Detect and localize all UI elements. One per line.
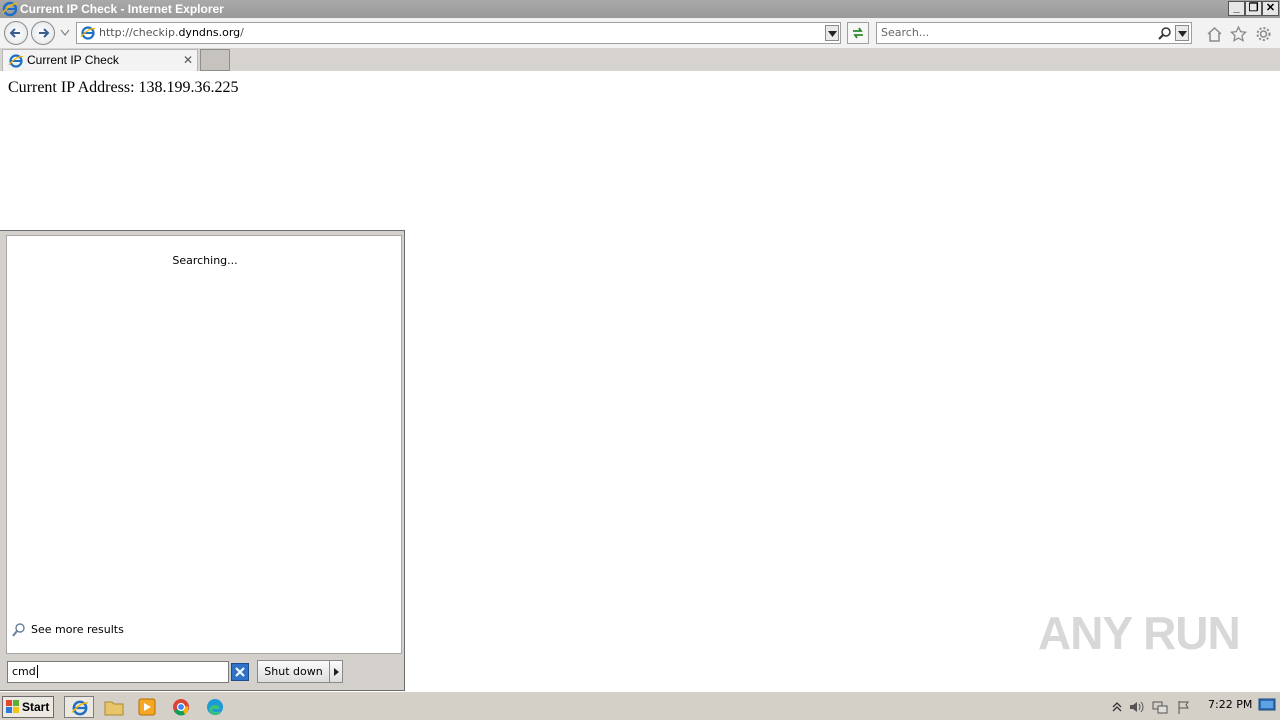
back-button[interactable] [4, 21, 28, 45]
new-tab-button[interactable] [200, 49, 230, 71]
see-more-label: See more results [31, 623, 124, 636]
show-desktop-icon[interactable] [1258, 697, 1276, 713]
title-bar: Current IP Check - Internet Explorer _ ❐… [0, 0, 1280, 18]
tab-strip: Current IP Check ✕ [0, 48, 1280, 71]
tab-close-icon[interactable]: ✕ [183, 50, 193, 70]
shut-down-button[interactable]: Shut down [257, 660, 330, 683]
clock[interactable]: 7:22 PM [1208, 698, 1252, 711]
action-center-flag-icon[interactable] [1176, 699, 1192, 715]
search-placeholder: Search... [881, 26, 930, 39]
start-menu: Searching... See more results cmd Shut d… [0, 230, 405, 691]
system-tray [1106, 694, 1280, 719]
restore-button[interactable]: ❐ [1245, 1, 1262, 16]
taskbar: Start 7:22 PM [0, 691, 1280, 720]
chrome-icon[interactable] [170, 697, 192, 717]
close-icon [235, 667, 245, 677]
url-prefix: http://checkip. [99, 26, 179, 39]
taskbar-ie-button[interactable] [64, 696, 94, 718]
url-domain: dyndns.org [178, 26, 241, 39]
watermark-text: ANY RUN [1038, 607, 1241, 659]
text-cursor [36, 665, 38, 678]
forward-arrow-icon [39, 28, 50, 38]
ie-icon [71, 700, 88, 716]
start-button[interactable]: Start [2, 696, 54, 718]
refresh-icon [853, 27, 863, 39]
navigation-bar: http://checkip.dyndns.org/ Search... [0, 18, 1280, 48]
ie-icon [2, 1, 18, 17]
refresh-button[interactable] [847, 22, 869, 44]
star-icon[interactable] [1230, 26, 1247, 42]
watermark-logo: ANY RUN [1038, 606, 1241, 660]
gear-icon[interactable] [1255, 26, 1272, 42]
url-suffix: / [240, 26, 244, 39]
address-dropdown-button[interactable] [825, 25, 839, 41]
ip-address-text: Current IP Address: 138.199.36.225 [8, 79, 239, 96]
tab-label: Current IP Check [27, 53, 119, 67]
chevron-down-icon [828, 31, 837, 37]
search-dropdown-button[interactable] [1175, 25, 1189, 41]
start-search-value: cmd [12, 665, 36, 678]
close-button[interactable]: ✕ [1262, 1, 1279, 16]
start-search-input[interactable]: cmd [7, 661, 229, 683]
chevron-down-icon [1178, 31, 1187, 37]
tab-current-ip-check[interactable]: Current IP Check ✕ [2, 49, 198, 71]
clear-search-button[interactable] [231, 663, 249, 681]
folder-icon[interactable] [103, 697, 125, 717]
history-dropdown-icon[interactable] [60, 29, 70, 37]
volume-icon[interactable] [1128, 699, 1144, 715]
back-arrow-icon [9, 28, 20, 38]
ie-icon [80, 26, 96, 40]
home-icon[interactable] [1206, 26, 1223, 42]
chevron-up-icon[interactable] [1109, 699, 1125, 715]
url-text[interactable]: http://checkip.dyndns.org/ [99, 23, 244, 43]
ie-icon [8, 54, 24, 68]
search-box[interactable]: Search... [876, 22, 1192, 44]
start-label: Start [22, 700, 50, 714]
chevron-right-icon [334, 668, 339, 676]
search-results-panel: Searching... See more results [6, 235, 402, 654]
forward-button[interactable] [31, 21, 55, 45]
minimize-button[interactable]: _ [1228, 1, 1245, 16]
shut-down-options-button[interactable] [329, 660, 343, 683]
searching-status: Searching... [172, 254, 238, 267]
media-player-icon[interactable] [136, 697, 158, 717]
window-title: Current IP Check - Internet Explorer [20, 2, 224, 16]
magnifier-icon [12, 623, 25, 637]
search-icon[interactable] [1158, 26, 1172, 40]
address-bar[interactable]: http://checkip.dyndns.org/ [76, 22, 841, 44]
windows-logo-icon [6, 700, 19, 713]
edge-icon[interactable] [204, 697, 226, 717]
network-icon[interactable] [1152, 699, 1168, 715]
